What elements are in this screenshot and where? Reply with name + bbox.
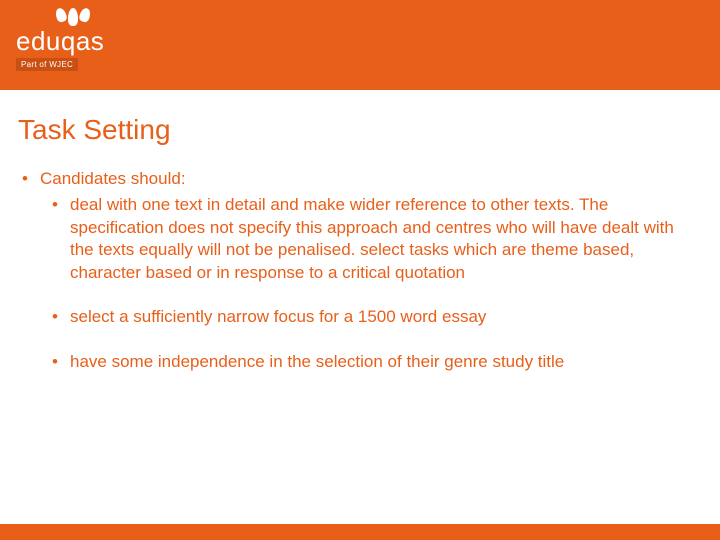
header-band: eduqas Part of WJEC	[0, 0, 720, 96]
list-item: have some independence in the selection …	[40, 351, 702, 373]
bullet-text: select a sufficiently narrow focus for a…	[70, 307, 486, 326]
list-item: deal with one text in detail and make wi…	[40, 194, 702, 284]
slide-title: Task Setting	[18, 114, 702, 146]
brand-name: eduqas	[16, 28, 104, 54]
bullet-list-inner: deal with one text in detail and make wi…	[40, 194, 702, 373]
list-item: select a sufficiently narrow focus for a…	[40, 306, 702, 328]
lead-bullet: Candidates should: deal with one text in…	[18, 168, 702, 373]
bullet-text: have some independence in the selection …	[70, 352, 564, 371]
bullet-text: deal with one text in detail and make wi…	[70, 195, 674, 281]
brand-logo: eduqas Part of WJEC	[16, 8, 104, 72]
lead-text: Candidates should:	[40, 169, 186, 188]
logo-leaf-icon	[56, 8, 104, 26]
footer-band	[0, 524, 720, 540]
bullet-list-outer: Candidates should: deal with one text in…	[18, 168, 702, 373]
brand-tagline: Part of WJEC	[16, 58, 78, 71]
slide-content: Task Setting Candidates should: deal wit…	[0, 96, 720, 373]
